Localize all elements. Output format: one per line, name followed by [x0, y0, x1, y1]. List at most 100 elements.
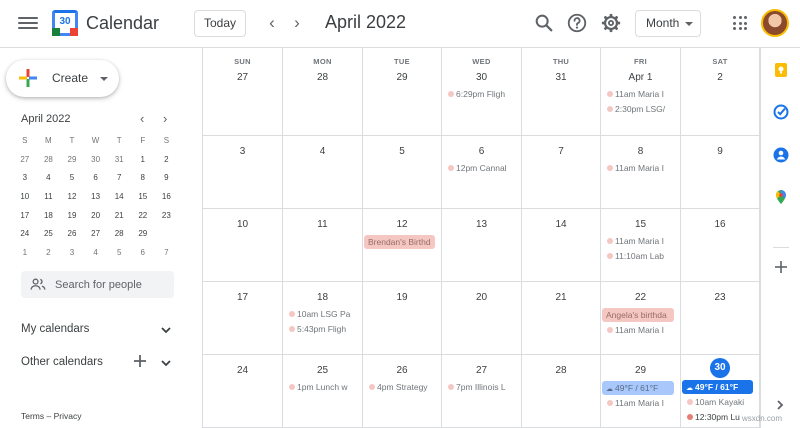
date-number[interactable]: 6 [442, 144, 521, 160]
date-number[interactable]: 18 [283, 290, 362, 306]
mini-calendar-day[interactable]: 28 [107, 225, 131, 244]
day-cell[interactable]: 13 [442, 209, 522, 281]
my-calendars-label[interactable]: My calendars [21, 323, 89, 335]
date-number[interactable]: 5 [363, 144, 441, 160]
day-cell[interactable]: 26 4pm Strategy [363, 355, 442, 427]
mini-calendar-day[interactable]: 28 [37, 151, 61, 170]
search-icon[interactable] [533, 12, 555, 34]
date-number[interactable]: 21 [522, 290, 600, 306]
date-number[interactable]: 28 [283, 70, 362, 86]
my-calendars-chevron-down-icon[interactable] [160, 324, 172, 336]
mini-calendar-day[interactable]: 15 [131, 188, 155, 207]
mini-calendar-day[interactable]: 1 [131, 150, 155, 170]
date-number[interactable]: 7 [522, 144, 600, 160]
date-number[interactable]: Apr 1 [601, 70, 680, 86]
mini-calendar-day[interactable]: 10 [13, 188, 37, 207]
next-period-button[interactable]: › [289, 13, 305, 33]
help-icon[interactable] [566, 12, 588, 34]
timed-event[interactable]: 7pm Illinois L [444, 380, 519, 394]
all-day-event-chip[interactable]: Brendan's Birthd [364, 235, 435, 249]
mini-calendar-day[interactable]: 30 [155, 224, 179, 244]
date-number[interactable]: 23 [681, 290, 759, 306]
timed-event[interactable]: 2:30pm LSG/ [603, 102, 678, 116]
date-number[interactable]: 4 [283, 144, 362, 160]
day-cell[interactable]: 7 [522, 136, 601, 208]
timed-event[interactable]: 11:10am Lab [603, 249, 678, 263]
mini-calendar-day[interactable]: 6 [84, 169, 108, 188]
mini-calendar-day[interactable]: 7 [107, 169, 131, 188]
terms-link[interactable]: Terms [21, 411, 44, 421]
day-cell[interactable]: THU 31 [522, 48, 601, 135]
timed-event[interactable]: 12pm Cannal [444, 161, 519, 175]
day-cell[interactable]: 16 [681, 209, 760, 281]
mini-calendar-day[interactable]: 2 [155, 151, 179, 170]
day-cell[interactable]: SUN 27 [203, 48, 283, 135]
contacts-icon[interactable] [773, 147, 789, 163]
date-number[interactable]: 27 [203, 70, 282, 86]
day-cell[interactable]: 21 [522, 282, 601, 354]
mini-calendar-day[interactable]: 16 [155, 188, 179, 207]
day-cell[interactable]: 6 12pm Cannal [442, 136, 522, 208]
mini-calendar-day[interactable]: 22 [131, 207, 155, 226]
mini-calendar-next-button[interactable]: › [163, 111, 167, 126]
day-cell[interactable]: 25 1pm Lunch w [283, 355, 363, 427]
mini-calendar-day[interactable]: 23 [155, 207, 179, 226]
get-addons-plus-icon[interactable] [774, 260, 788, 274]
mini-calendar-day[interactable]: 20 [84, 207, 108, 226]
day-cell[interactable]: 14 [522, 209, 601, 281]
date-number[interactable]: 13 [442, 217, 521, 233]
weather-chip[interactable]: ☁ 49°F / 61°F [602, 381, 674, 395]
timed-event[interactable]: 10am LSG Pa [285, 307, 360, 321]
privacy-link[interactable]: Privacy [54, 411, 82, 421]
mini-calendar-day[interactable]: 14 [107, 188, 131, 207]
other-calendars-label[interactable]: Other calendars [21, 356, 103, 368]
day-cell[interactable]: 27 7pm Illinois L [442, 355, 522, 427]
date-number[interactable]: 19 [363, 290, 441, 306]
date-number[interactable]: 17 [203, 290, 282, 306]
settings-gear-icon[interactable] [600, 12, 622, 34]
add-other-calendar-plus-icon[interactable] [133, 354, 147, 368]
timed-event[interactable]: 11am Maria I [603, 234, 678, 248]
timed-event[interactable]: 1pm Lunch w [285, 380, 360, 394]
mini-calendar-day[interactable]: 7 [155, 244, 179, 263]
date-number[interactable]: 24 [203, 363, 282, 379]
date-number[interactable]: 16 [681, 217, 759, 233]
date-number[interactable]: 29 [601, 363, 680, 379]
mini-calendar-day[interactable]: 25 [37, 225, 61, 244]
day-cell[interactable]: 10 [203, 209, 283, 281]
date-number[interactable]: 22 [601, 290, 680, 306]
date-number[interactable]: 20 [442, 290, 521, 306]
day-cell[interactable]: 9 [681, 136, 760, 208]
date-number[interactable]: 3 [203, 144, 282, 160]
mini-calendar-day[interactable]: 29 [131, 225, 155, 244]
date-number[interactable]: 8 [601, 144, 680, 160]
day-cell[interactable]: SAT 2 [681, 48, 760, 135]
mini-calendar-day[interactable]: 2 [37, 244, 61, 263]
date-number[interactable]: 9 [681, 144, 759, 160]
day-cell[interactable]: 8 11am Maria I [601, 136, 681, 208]
mini-calendar-day[interactable]: 13 [84, 188, 108, 207]
create-button[interactable]: Create [6, 60, 119, 97]
day-cell[interactable]: 3 [203, 136, 283, 208]
day-cell[interactable]: 18 10am LSG Pa 5:43pm Fligh [283, 282, 363, 354]
mini-calendar-day[interactable]: 9 [155, 169, 179, 188]
mini-calendar-day[interactable]: 27 [13, 151, 37, 170]
mini-calendar-day[interactable]: 3 [60, 244, 84, 263]
mini-calendar-day[interactable]: 18 [37, 207, 61, 226]
day-cell[interactable]: 20 [442, 282, 522, 354]
day-cell[interactable]: 17 [203, 282, 283, 354]
date-number[interactable]: 12 [363, 217, 441, 233]
keep-notes-icon[interactable] [773, 62, 789, 78]
date-number[interactable]: 28 [522, 363, 600, 379]
day-cell[interactable]: 4 [283, 136, 363, 208]
mini-calendar-day[interactable]: 26 [60, 225, 84, 244]
mini-calendar-day[interactable]: 5 [60, 169, 84, 188]
day-cell[interactable]: WED 30 6:29pm Fligh [442, 48, 522, 135]
date-number[interactable]: 14 [522, 217, 600, 233]
day-cell[interactable]: 15 11am Maria I 11:10am Lab [601, 209, 681, 281]
timed-event[interactable]: 11am Maria I [603, 87, 678, 101]
mini-calendar-day[interactable]: 27 [84, 225, 108, 244]
other-calendars-chevron-down-icon[interactable] [160, 357, 172, 369]
previous-period-button[interactable]: ‹ [264, 13, 280, 33]
date-number[interactable]: 30 [442, 70, 521, 86]
